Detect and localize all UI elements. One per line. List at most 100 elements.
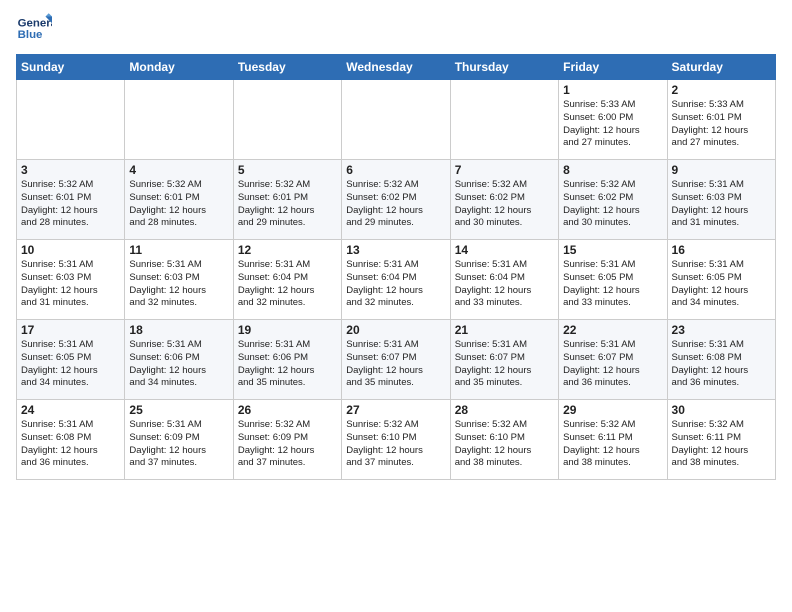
day-cell	[233, 80, 341, 160]
day-cell: 9Sunrise: 5:31 AMSunset: 6:03 PMDaylight…	[667, 160, 775, 240]
day-info: Sunrise: 5:32 AMSunset: 6:02 PMDaylight:…	[563, 179, 662, 230]
day-number: 22	[563, 323, 662, 337]
day-cell: 23 Sunrise: 5:31 AMSunset: 6:08 PMDayligh…	[667, 320, 775, 400]
day-cell: 13Sunrise: 5:31 AMSunset: 6:04 PMDayligh…	[342, 240, 450, 320]
day-number: 2	[672, 83, 771, 97]
day-info: Sunrise: 5:32 AMSunset: 6:02 PMDaylight:…	[346, 179, 445, 230]
day-info: Sunrise: 5:31 AMSunset: 6:07 PMDaylight:…	[455, 339, 554, 390]
day-cell: 19 Sunrise: 5:31 AMSunset: 6:06 PMDayligh…	[233, 320, 341, 400]
day-cell	[17, 80, 125, 160]
day-number: 1	[563, 83, 662, 97]
day-number: 23	[672, 323, 771, 337]
day-cell: 22 Sunrise: 5:31 AMSunset: 6:07 PMDayligh…	[559, 320, 667, 400]
week-row-2: 3 Sunrise: 5:32 AMSunset: 6:01 PMDaylight…	[17, 160, 776, 240]
day-cell: 29 Sunrise: 5:32 AMSunset: 6:11 PMDayligh…	[559, 400, 667, 480]
day-number: 13	[346, 243, 445, 257]
week-row-4: 17 Sunrise: 5:31 AMSunset: 6:05 PMDayligh…	[17, 320, 776, 400]
day-cell: 7 Sunrise: 5:32 AMSunset: 6:02 PMDaylight…	[450, 160, 558, 240]
logo: General Blue	[16, 10, 52, 46]
calendar-table: SundayMondayTuesdayWednesdayThursdayFrid…	[16, 54, 776, 480]
weekday-header-row: SundayMondayTuesdayWednesdayThursdayFrid…	[17, 55, 776, 80]
generalblue-logo-icon: General Blue	[16, 10, 52, 46]
day-cell: 4 Sunrise: 5:32 AMSunset: 6:01 PMDaylight…	[125, 160, 233, 240]
day-cell: 11Sunrise: 5:31 AMSunset: 6:03 PMDayligh…	[125, 240, 233, 320]
day-number: 9	[672, 163, 771, 177]
day-info: Sunrise: 5:32 AMSunset: 6:10 PMDaylight:…	[346, 419, 445, 470]
day-info: Sunrise: 5:31 AMSunset: 6:04 PMDaylight:…	[238, 259, 337, 310]
day-number: 14	[455, 243, 554, 257]
day-number: 10	[21, 243, 120, 257]
day-cell: 27 Sunrise: 5:32 AMSunset: 6:10 PMDayligh…	[342, 400, 450, 480]
day-number: 16	[672, 243, 771, 257]
day-info: Sunrise: 5:31 AMSunset: 6:08 PMDaylight:…	[21, 419, 120, 470]
day-number: 18	[129, 323, 228, 337]
day-number: 8	[563, 163, 662, 177]
day-number: 21	[455, 323, 554, 337]
day-number: 29	[563, 403, 662, 417]
day-cell: 2Sunrise: 5:33 AMSunset: 6:01 PMDaylight…	[667, 80, 775, 160]
day-info: Sunrise: 5:31 AMSunset: 6:05 PMDaylight:…	[21, 339, 120, 390]
day-cell: 28 Sunrise: 5:32 AMSunset: 6:10 PMDayligh…	[450, 400, 558, 480]
day-info: Sunrise: 5:32 AMSunset: 6:09 PMDaylight:…	[238, 419, 337, 470]
svg-text:Blue: Blue	[18, 29, 43, 41]
day-number: 24	[21, 403, 120, 417]
day-number: 3	[21, 163, 120, 177]
day-number: 27	[346, 403, 445, 417]
day-cell: 17 Sunrise: 5:31 AMSunset: 6:05 PMDayligh…	[17, 320, 125, 400]
day-info: Sunrise: 5:32 AMSunset: 6:11 PMDaylight:…	[563, 419, 662, 470]
day-info: Sunrise: 5:31 AMSunset: 6:08 PMDaylight:…	[672, 339, 771, 390]
day-number: 15	[563, 243, 662, 257]
day-cell: 16 Sunrise: 5:31 AMSunset: 6:05 PMDayligh…	[667, 240, 775, 320]
day-cell: 15 Sunrise: 5:31 AMSunset: 6:05 PMDayligh…	[559, 240, 667, 320]
day-cell: 3 Sunrise: 5:32 AMSunset: 6:01 PMDaylight…	[17, 160, 125, 240]
day-cell: 30Sunrise: 5:32 AMSunset: 6:11 PMDayligh…	[667, 400, 775, 480]
day-info: Sunrise: 5:31 AMSunset: 6:06 PMDaylight:…	[129, 339, 228, 390]
day-cell: 10 Sunrise: 5:31 AMSunset: 6:03 PMDayligh…	[17, 240, 125, 320]
day-cell: 14Sunrise: 5:31 AMSunset: 6:04 PMDayligh…	[450, 240, 558, 320]
week-row-1: 1 Sunrise: 5:33 AMSunset: 6:00 PMDaylight…	[17, 80, 776, 160]
day-cell: 20 Sunrise: 5:31 AMSunset: 6:07 PMDayligh…	[342, 320, 450, 400]
weekday-header-thursday: Thursday	[450, 55, 558, 80]
day-info: Sunrise: 5:31 AMSunset: 6:09 PMDaylight:…	[129, 419, 228, 470]
day-number: 19	[238, 323, 337, 337]
day-number: 28	[455, 403, 554, 417]
day-info: Sunrise: 5:31 AMSunset: 6:06 PMDaylight:…	[238, 339, 337, 390]
week-row-3: 10 Sunrise: 5:31 AMSunset: 6:03 PMDayligh…	[17, 240, 776, 320]
day-info: Sunrise: 5:32 AMSunset: 6:01 PMDaylight:…	[21, 179, 120, 230]
day-cell: 21 Sunrise: 5:31 AMSunset: 6:07 PMDayligh…	[450, 320, 558, 400]
day-cell: 6Sunrise: 5:32 AMSunset: 6:02 PMDaylight…	[342, 160, 450, 240]
day-cell	[450, 80, 558, 160]
day-info: Sunrise: 5:32 AMSunset: 6:10 PMDaylight:…	[455, 419, 554, 470]
day-cell: 18 Sunrise: 5:31 AMSunset: 6:06 PMDayligh…	[125, 320, 233, 400]
day-number: 4	[129, 163, 228, 177]
day-info: Sunrise: 5:32 AMSunset: 6:02 PMDaylight:…	[455, 179, 554, 230]
day-cell: 26 Sunrise: 5:32 AMSunset: 6:09 PMDayligh…	[233, 400, 341, 480]
day-cell	[125, 80, 233, 160]
day-number: 17	[21, 323, 120, 337]
day-info: Sunrise: 5:31 AMSunset: 6:07 PMDaylight:…	[346, 339, 445, 390]
day-number: 26	[238, 403, 337, 417]
day-number: 7	[455, 163, 554, 177]
day-cell: 25 Sunrise: 5:31 AMSunset: 6:09 PMDayligh…	[125, 400, 233, 480]
day-cell: 24 Sunrise: 5:31 AMSunset: 6:08 PMDayligh…	[17, 400, 125, 480]
weekday-header-monday: Monday	[125, 55, 233, 80]
day-cell: 8 Sunrise: 5:32 AMSunset: 6:02 PMDaylight…	[559, 160, 667, 240]
day-info: Sunrise: 5:31 AMSunset: 6:03 PMDaylight:…	[21, 259, 120, 310]
weekday-header-tuesday: Tuesday	[233, 55, 341, 80]
svg-text:General: General	[18, 17, 52, 29]
day-info: Sunrise: 5:31 AMSunset: 6:07 PMDaylight:…	[563, 339, 662, 390]
day-cell	[342, 80, 450, 160]
week-row-5: 24 Sunrise: 5:31 AMSunset: 6:08 PMDayligh…	[17, 400, 776, 480]
page: General Blue SundayMondayTuesdayWednesda…	[0, 0, 792, 490]
day-number: 11	[129, 243, 228, 257]
day-info: Sunrise: 5:31 AMSunset: 6:05 PMDaylight:…	[563, 259, 662, 310]
weekday-header-saturday: Saturday	[667, 55, 775, 80]
day-number: 25	[129, 403, 228, 417]
day-number: 5	[238, 163, 337, 177]
weekday-header-sunday: Sunday	[17, 55, 125, 80]
day-number: 20	[346, 323, 445, 337]
weekday-header-friday: Friday	[559, 55, 667, 80]
day-info: Sunrise: 5:33 AMSunset: 6:00 PMDaylight:…	[563, 99, 662, 150]
day-info: Sunrise: 5:32 AMSunset: 6:01 PMDaylight:…	[129, 179, 228, 230]
day-info: Sunrise: 5:31 AMSunset: 6:05 PMDaylight:…	[672, 259, 771, 310]
